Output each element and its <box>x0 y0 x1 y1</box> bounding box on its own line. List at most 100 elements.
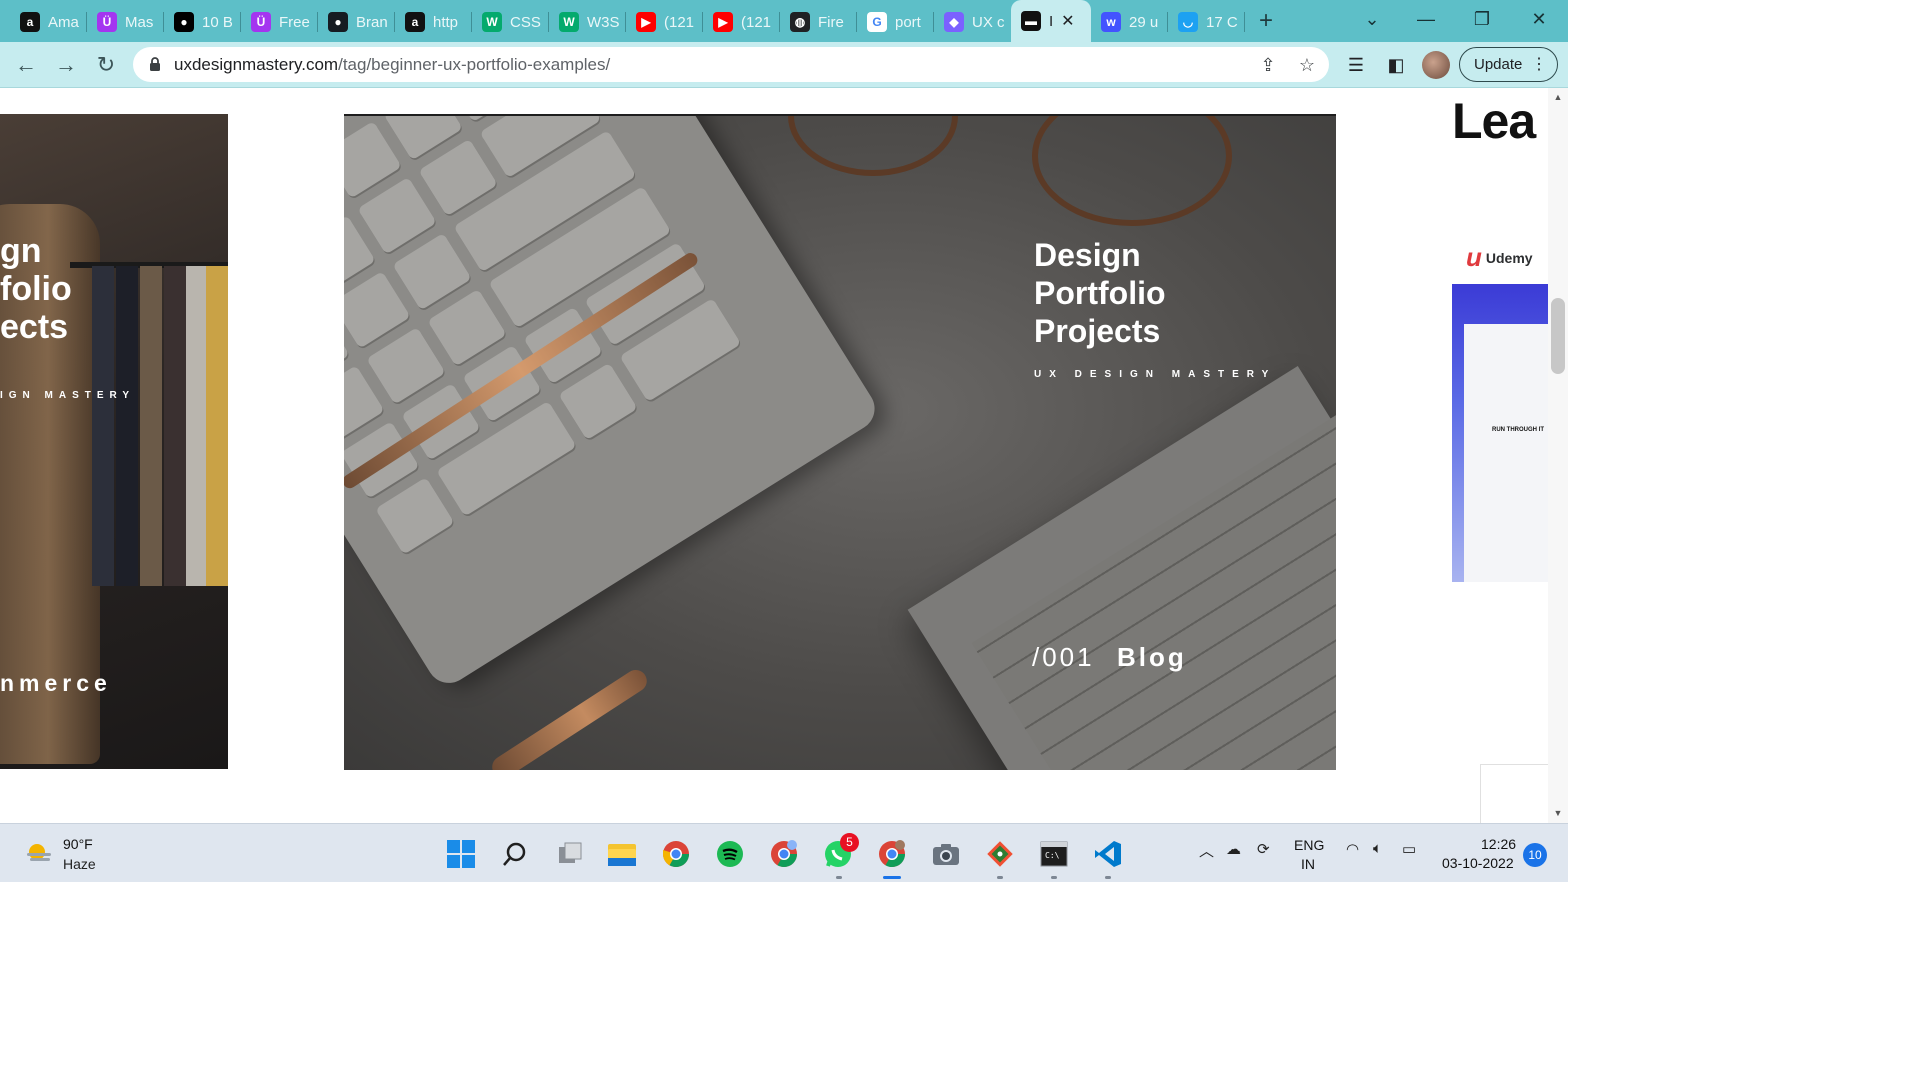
weather-temperature[interactable]: 90°F <box>63 836 93 852</box>
search-icon[interactable] <box>499 838 531 870</box>
blog-card-design-portfolio[interactable]: Design Portfolio Projects UX DESIGN MAST… <box>344 114 1336 770</box>
left-title-line: gn <box>0 232 42 270</box>
glasses-image <box>1032 116 1232 226</box>
github-icon: ● <box>328 12 348 32</box>
tab-separator <box>1244 12 1245 32</box>
url-text[interactable]: uxdesignmastery.com/tag/beginner-ux-port… <box>174 55 610 75</box>
ad-screenshot <box>1464 324 1548 582</box>
main-title-line: Projects <box>1034 313 1161 349</box>
language-region[interactable]: IN <box>1301 856 1315 872</box>
tab-title: Ama <box>48 13 79 31</box>
weather-condition[interactable]: Haze <box>63 856 96 872</box>
git-icon[interactable] <box>984 838 1016 870</box>
udemy-ad-image[interactable]: RUN THROUGH IT <box>1452 284 1548 582</box>
onedrive-icon[interactable]: ☁ <box>1226 840 1241 858</box>
udemy-icon: Ü <box>97 12 117 32</box>
scroll-down-arrow[interactable]: ▼ <box>1551 808 1565 818</box>
clock-time[interactable]: 12:26 <box>1481 836 1516 852</box>
browser-tab[interactable]: w 29 u <box>1091 8 1168 36</box>
browser-tab[interactable]: Gport <box>857 8 934 36</box>
minimize-button[interactable]: — <box>1406 6 1446 32</box>
browser-tab[interactable]: ◍ Fire <box>780 8 857 36</box>
browser-tab[interactable]: ● 10 B <box>164 8 241 36</box>
task-view-icon[interactable] <box>554 838 586 870</box>
sidebar-card[interactable] <box>1480 764 1548 823</box>
udemy-brand: Udemy <box>1485 249 1533 266</box>
udemy-ad-logo[interactable]: u Udemy <box>1466 242 1533 273</box>
new-tab-button[interactable]: + <box>1252 8 1280 36</box>
clock-date[interactable]: 03-10-2022 <box>1442 855 1514 871</box>
browser-tab[interactable]: Ü Free <box>241 8 318 36</box>
browser-tab[interactable]: a http <box>395 8 472 36</box>
wifi-icon[interactable]: ◠ <box>1346 840 1359 858</box>
camera-icon[interactable] <box>930 838 962 870</box>
scroll-up-arrow[interactable]: ▲ <box>1551 92 1565 102</box>
weather-haze-icon[interactable] <box>24 841 54 865</box>
globe-icon: ◍ <box>790 12 810 32</box>
main-card-subtitle: UX DESIGN MASTERY <box>1034 369 1277 380</box>
amazon-icon: a <box>405 12 425 32</box>
close-window-button[interactable]: ✕ <box>1519 6 1559 32</box>
web-page: gn folio ects IGN MASTERY nmerce Design … <box>0 88 1568 823</box>
notification-count[interactable]: 10 <box>1523 843 1547 867</box>
youtube-icon: ▶ <box>713 12 733 32</box>
terminal-icon[interactable]: C:\ <box>1038 838 1070 870</box>
chrome-profile-icon[interactable] <box>768 838 800 870</box>
chrome-active-icon[interactable] <box>876 838 908 870</box>
vscode-icon[interactable] <box>1092 838 1124 870</box>
tab-title: UX c <box>972 13 1005 31</box>
file-explorer-icon[interactable] <box>606 838 638 870</box>
windows-start-icon[interactable] <box>445 838 477 870</box>
youtube-icon: ▶ <box>636 12 656 32</box>
tab-close-icon[interactable]: ✕ <box>1061 11 1074 31</box>
browser-tab[interactable]: a Ama <box>10 8 87 36</box>
spotify-icon[interactable] <box>714 838 746 870</box>
curve-icon: ◡ <box>1178 12 1198 32</box>
language-indicator[interactable]: ENG <box>1294 837 1324 853</box>
tab-title: Free <box>279 13 310 31</box>
left-card-title: gn folio ects <box>0 232 72 346</box>
browser-tab[interactable]: W W3S <box>549 8 626 36</box>
browser-tab[interactable]: ◡ 17 C <box>1168 8 1245 36</box>
browser-tab[interactable]: ▶ (121 <box>626 8 703 36</box>
tab-search-icon[interactable]: ⌄ <box>1352 6 1392 32</box>
back-button[interactable]: ← <box>12 51 40 79</box>
volume-icon[interactable]: 🔈︎ <box>1373 840 1382 857</box>
hanging-cloth <box>140 266 162 586</box>
lock-icon[interactable] <box>147 56 163 72</box>
scrollbar-thumb[interactable] <box>1551 298 1565 374</box>
browser-tab[interactable]: ▶ (121 <box>703 8 780 36</box>
browser-tab[interactable]: ● Bran <box>318 8 395 36</box>
hanging-cloth <box>186 266 208 586</box>
battery-icon[interactable]: ▭ <box>1402 840 1416 858</box>
w3schools-icon: W <box>482 12 502 32</box>
medium-icon: ● <box>174 12 194 32</box>
left-card-subtitle: IGN MASTERY <box>0 390 136 401</box>
reading-list-icon[interactable]: ☰ <box>1343 52 1369 78</box>
left-title-line: ects <box>0 308 69 346</box>
show-hidden-icons-icon[interactable]: ︿ <box>1199 840 1214 861</box>
browser-tab[interactable]: ▬ I ✕ <box>1011 0 1091 42</box>
left-card-footer: nmerce <box>0 670 112 696</box>
browser-tab[interactable]: W CSS <box>472 8 549 36</box>
address-bar[interactable]: uxdesignmastery.com/tag/beginner-ux-port… <box>133 47 1329 82</box>
bookmark-star-icon[interactable]: ☆ <box>1295 53 1319 77</box>
blog-card-ecommerce[interactable]: gn folio ects IGN MASTERY nmerce <box>0 114 228 769</box>
browser-tab[interactable]: ◆ UX c <box>934 8 1011 36</box>
more-menu-icon[interactable]: ⋮ <box>1531 48 1547 81</box>
tab-title: 29 u <box>1129 13 1159 31</box>
hanging-cloth <box>206 266 228 586</box>
uxdm-icon: ▬ <box>1021 11 1041 31</box>
profile-avatar[interactable] <box>1422 51 1450 79</box>
reload-button[interactable]: ↻ <box>92 51 120 79</box>
sync-icon[interactable]: ⟳ <box>1257 840 1270 858</box>
side-panel-icon[interactable]: ◧ <box>1383 52 1409 78</box>
pen-cap-image <box>488 665 651 770</box>
chrome-icon[interactable] <box>660 838 692 870</box>
restore-button[interactable]: ❐ <box>1462 6 1502 32</box>
share-icon[interactable]: ⇪ <box>1256 53 1280 77</box>
forward-button[interactable]: → <box>52 51 80 79</box>
update-button[interactable]: Update ⋮ <box>1459 47 1558 82</box>
scrollbar-track[interactable] <box>1548 88 1568 823</box>
browser-tab[interactable]: Ü Mas <box>87 8 164 36</box>
